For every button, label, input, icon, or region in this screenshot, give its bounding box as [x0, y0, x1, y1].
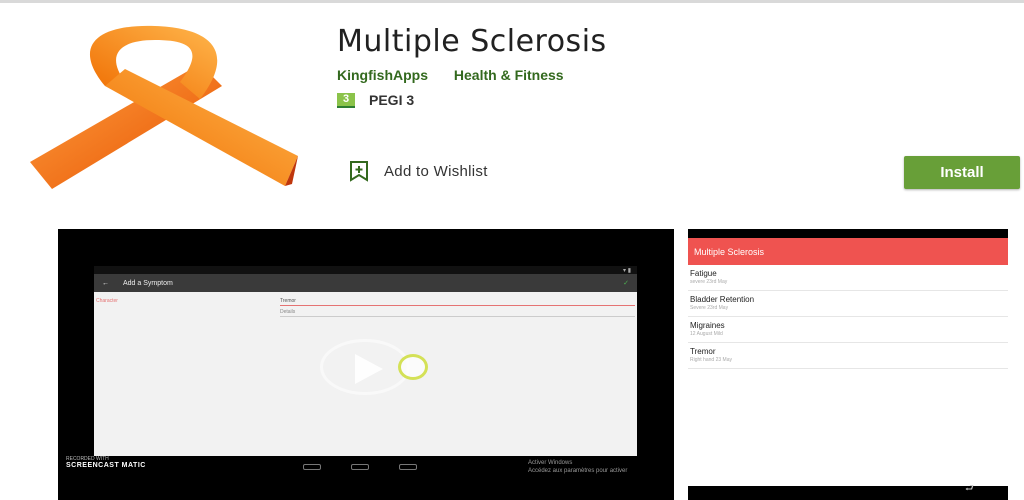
activate-windows-notice: Activer Windows Accédez aux paramètres p…	[528, 459, 627, 475]
category-link[interactable]: Health & Fitness	[454, 67, 564, 83]
back-arrow-icon: ←	[102, 279, 109, 287]
form-field-label: Character	[96, 298, 118, 304]
form-field-placeholder: Details	[280, 309, 296, 315]
tablet-nav-bar	[303, 464, 417, 470]
list-item-subtitle: severe 23rd May	[690, 279, 728, 285]
play-icon	[355, 354, 383, 384]
play-button[interactable]	[320, 339, 410, 395]
phone-app-bar: Multiple Sclerosis	[688, 238, 1008, 265]
app-icon-ribbon	[30, 24, 300, 194]
check-icon: ✓	[623, 280, 629, 287]
list-item-title: Bladder Retention	[690, 295, 755, 304]
tablet-toolbar: ← Add a Symptom ✓	[94, 274, 637, 292]
pegi-badge-icon: 3	[337, 92, 355, 108]
phone-screenshot[interactable]: Multiple Sclerosis Fatigue severe 23rd M…	[688, 229, 1008, 500]
add-to-wishlist-button[interactable]: Add to Wishlist	[348, 160, 488, 182]
phone-status-bar	[688, 229, 1008, 238]
content-rating: 3 PEGI 3	[337, 92, 414, 108]
symptom-list: Fatigue severe 23rd May Bladder Retentio…	[688, 265, 1008, 486]
list-item: Tremor Right hand 23 May	[688, 343, 1008, 369]
activate-line-1: Activer Windows	[528, 460, 573, 466]
list-item: Bladder Retention Severe 23rd May	[688, 291, 1008, 317]
list-item-subtitle: Severe 23rd May	[690, 305, 729, 311]
app-meta: KingfishApps Health & Fitness	[337, 67, 586, 83]
nav-recents-icon	[399, 464, 417, 470]
video-preview[interactable]: ▾ ▮ ← Add a Symptom ✓ Character Tremor D…	[58, 229, 674, 500]
list-item: Fatigue severe 23rd May	[688, 265, 1008, 291]
activate-line-2: Accédez aux paramètres pour activer	[528, 468, 628, 474]
tablet-status-bar: ▾ ▮	[94, 266, 637, 274]
form-field-underline-2	[280, 316, 635, 317]
list-item-title: Migraines	[690, 321, 725, 330]
screencast-watermark: SCREENCAST MATIC	[66, 462, 146, 469]
tablet-toolbar-title: Add a Symptom	[123, 279, 173, 287]
developer-link[interactable]: KingfishApps	[337, 67, 428, 83]
nav-back-icon	[303, 464, 321, 470]
wishlist-label: Add to Wishlist	[384, 162, 488, 180]
form-field-value: Tremor	[280, 298, 296, 304]
top-divider	[0, 0, 1024, 3]
list-item: Migraines 12 August Mild	[688, 317, 1008, 343]
list-item-title: Tremor	[690, 347, 716, 356]
bookmark-add-icon	[350, 161, 368, 182]
nav-home-icon	[351, 464, 369, 470]
list-item-subtitle: 12 August Mild	[690, 331, 723, 337]
cursor-highlight-icon	[398, 354, 428, 380]
list-item-subtitle: Right hand 23 May	[690, 357, 732, 363]
install-button[interactable]: Install	[904, 156, 1020, 189]
phone-back-icon: ⮐	[965, 483, 974, 494]
list-item-title: Fatigue	[690, 269, 717, 278]
form-field-underline	[280, 305, 635, 306]
content-rating-label: PEGI 3	[369, 92, 415, 108]
app-title: Multiple Sclerosis	[337, 24, 607, 59]
